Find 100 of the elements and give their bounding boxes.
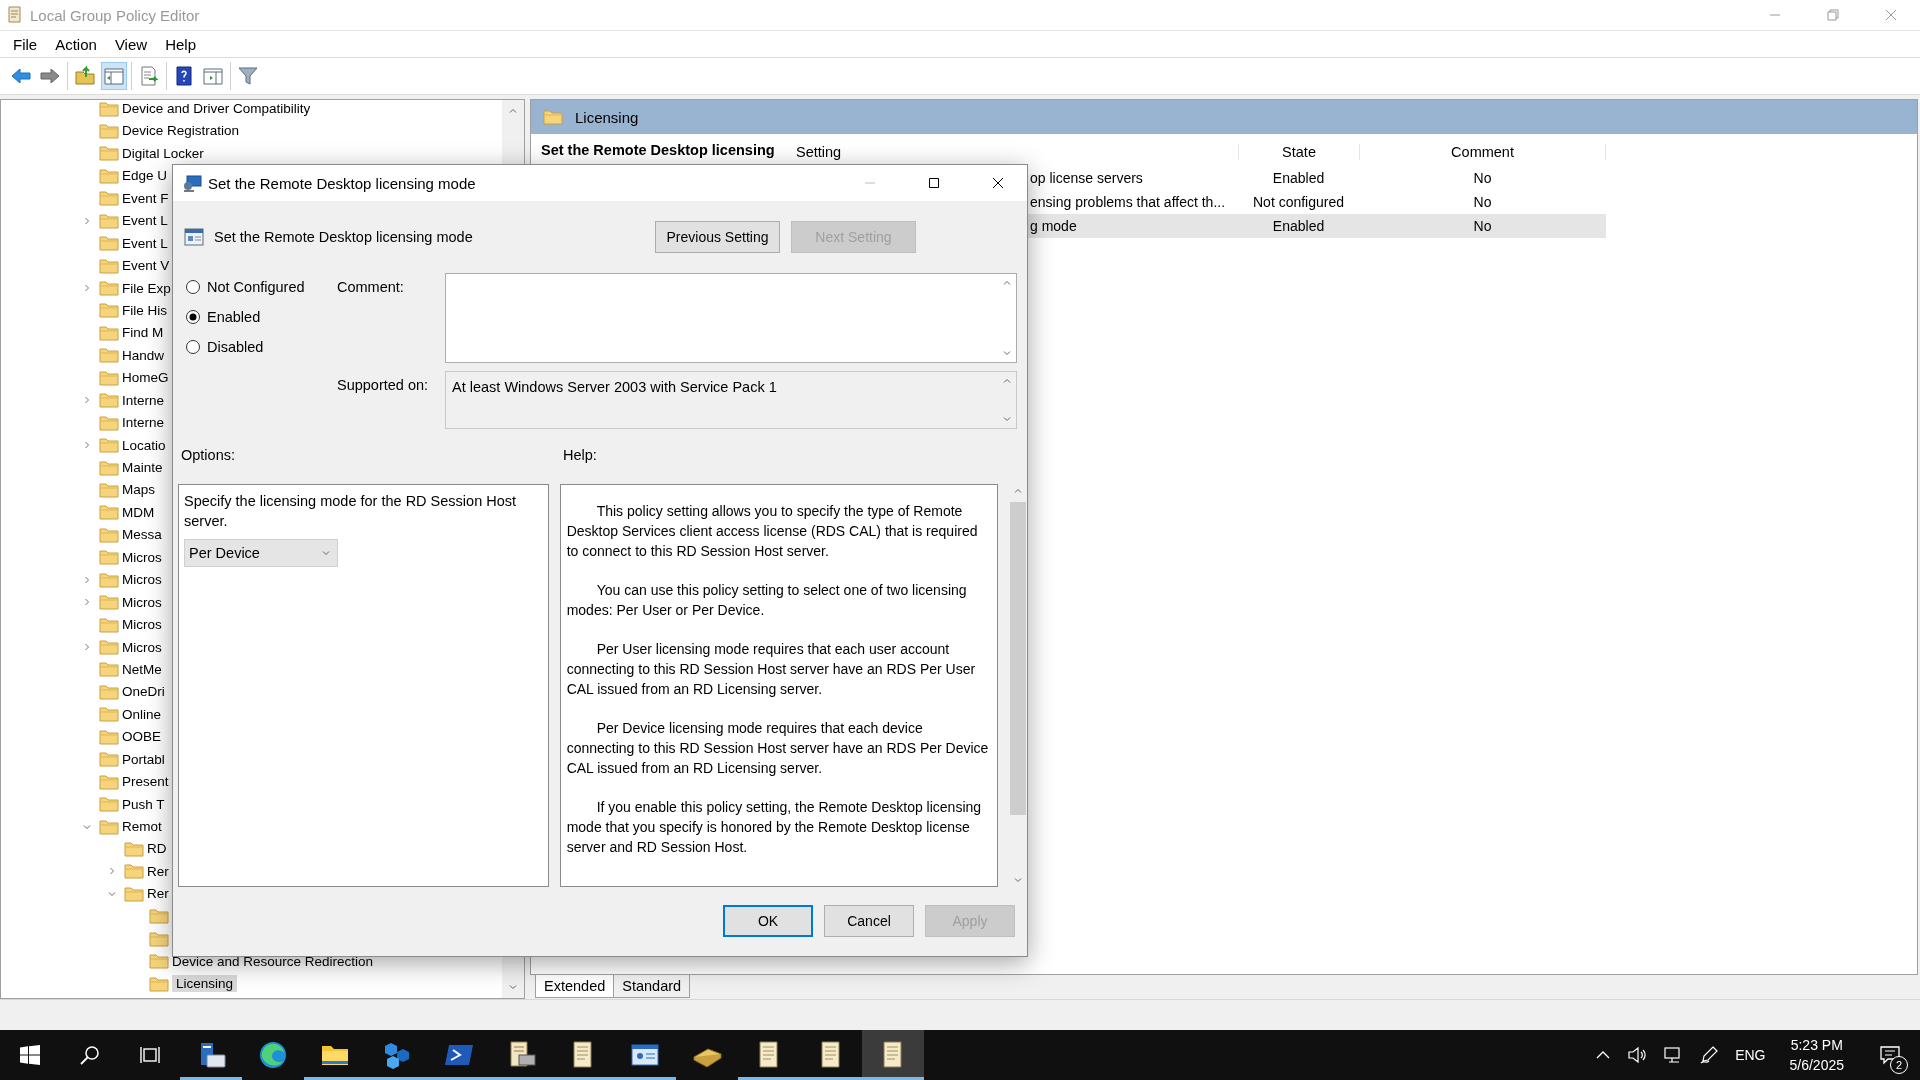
restore-icon[interactable] xyxy=(1827,9,1839,21)
tree-item[interactable]: Licensing xyxy=(172,975,238,993)
radio-button[interactable] xyxy=(185,279,201,295)
folder-icon xyxy=(99,100,119,117)
scroll-down-icon[interactable] xyxy=(508,982,518,992)
folder-icon xyxy=(99,481,119,498)
tree-item[interactable]: OneDri xyxy=(122,683,165,701)
tree-item[interactable]: NetMe xyxy=(122,660,162,678)
tree-item[interactable]: Online xyxy=(122,705,162,723)
pen-icon[interactable] xyxy=(1699,1045,1720,1065)
tree-item[interactable]: MDM xyxy=(122,503,155,521)
folder-icon xyxy=(99,324,119,341)
tree-item[interactable]: HomeG xyxy=(122,369,169,387)
tree-item[interactable]: Micros xyxy=(122,571,162,589)
scroll-down-icon[interactable] xyxy=(1002,348,1012,358)
tree-item[interactable]: Present xyxy=(122,773,169,791)
folder-icon xyxy=(99,235,119,252)
start-icon[interactable] xyxy=(20,1045,40,1065)
scroll-up-icon[interactable] xyxy=(508,106,518,116)
search-icon[interactable] xyxy=(80,1045,100,1065)
menu-item[interactable]: Action xyxy=(46,32,106,56)
column-header[interactable]: Comment xyxy=(1359,144,1606,160)
collapsed-chevron-icon[interactable] xyxy=(82,395,92,406)
scroll-up-icon[interactable] xyxy=(1013,486,1024,496)
scroll-up-icon[interactable] xyxy=(1002,278,1012,288)
radio-button[interactable] xyxy=(185,339,201,355)
menu-item[interactable]: Help xyxy=(156,32,205,56)
folder-icon xyxy=(99,459,119,476)
tree-item[interactable]: Rer xyxy=(147,885,169,903)
folder-icon xyxy=(99,212,119,229)
view-tab[interactable]: Standard xyxy=(613,975,691,998)
tree-item[interactable]: Device and Resource Redirection xyxy=(172,952,374,970)
tree-item[interactable]: Interne xyxy=(122,414,165,432)
tree-item[interactable]: Micros xyxy=(122,638,162,656)
collapsed-chevron-icon[interactable] xyxy=(82,642,92,652)
licensing-mode-dropdown[interactable]: Per Device xyxy=(184,539,338,567)
folder-icon xyxy=(99,145,119,162)
help-paragraph: You can use this policy setting to select one of two licensing modes: Per User or Per Device. xyxy=(566,581,968,620)
comment-label: Comment: xyxy=(337,278,405,297)
column-header[interactable]: Setting xyxy=(786,144,1238,160)
tree-item[interactable]: Edge U xyxy=(122,167,168,185)
folder-icon[interactable] xyxy=(149,930,169,947)
tree-item[interactable]: Event L xyxy=(122,212,168,230)
tree-item[interactable]: Mainte xyxy=(122,459,163,476)
tree-item[interactable]: Device Registration xyxy=(122,122,240,140)
scroll-up-icon[interactable] xyxy=(1002,376,1012,386)
folder-icon[interactable] xyxy=(149,908,169,925)
help-paragraph: If you enable this policy setting, the Remote Desktop licensing mode that you specify is honored by the Remote Desktop license server and RD Session Host. xyxy=(566,798,983,857)
tree-item[interactable]: Micros xyxy=(122,593,162,611)
tree-item[interactable]: Rer xyxy=(147,862,169,880)
menu-item[interactable]: File xyxy=(4,32,47,56)
radio-label[interactable]: Disabled xyxy=(207,339,264,355)
tree-item[interactable]: Interne xyxy=(122,391,165,409)
view-tab[interactable]: Extended xyxy=(535,975,615,998)
close-icon[interactable] xyxy=(992,177,1004,189)
collapsed-chevron-icon[interactable] xyxy=(82,574,92,585)
collapsed-chevron-icon[interactable] xyxy=(82,283,92,293)
collapsed-chevron-icon[interactable] xyxy=(82,215,92,226)
tree-item[interactable]: Event L xyxy=(122,234,168,252)
menu-item[interactable]: View xyxy=(105,32,157,56)
scroll-down-icon[interactable] xyxy=(1013,875,1024,885)
language-indicator[interactable]: ENG xyxy=(1735,1047,1766,1063)
scroll-down-icon[interactable] xyxy=(1002,414,1012,424)
previous-setting-button[interactable]: Previous Setting xyxy=(655,221,780,253)
collapsed-chevron-icon[interactable] xyxy=(82,597,92,608)
comment-field[interactable] xyxy=(445,273,1017,363)
tree-item[interactable]: Event V xyxy=(122,257,170,275)
maximize-icon[interactable] xyxy=(928,177,940,189)
radio-label[interactable]: Not Configured xyxy=(207,279,305,295)
column-header[interactable]: State xyxy=(1238,144,1360,160)
tree-item[interactable]: Maps xyxy=(122,481,155,499)
tree-item[interactable]: File His xyxy=(122,301,167,319)
clock[interactable]: 5:23 PM 5/6/2025 xyxy=(1781,1035,1852,1075)
tree-item[interactable]: Device and Driver Compatibility xyxy=(122,100,311,117)
collapsed-chevron-icon[interactable] xyxy=(82,440,92,451)
task-view-icon[interactable] xyxy=(139,1045,161,1065)
tree-item[interactable]: Remot xyxy=(122,818,162,835)
tree-item[interactable]: Digital Locker xyxy=(122,144,204,162)
speaker-icon[interactable] xyxy=(1627,1046,1648,1064)
tree-item[interactable]: Handw xyxy=(122,346,165,364)
tree-item[interactable]: Find M xyxy=(122,324,164,342)
tree-item[interactable]: Locatio xyxy=(122,436,166,454)
tree-item[interactable]: RD xyxy=(147,840,167,858)
cancel-button[interactable]: Cancel xyxy=(824,905,914,937)
tree-item[interactable]: Messa xyxy=(122,526,162,544)
radio-button[interactable] xyxy=(185,309,201,325)
table-cell: ensing problems that affect th... xyxy=(1030,194,1226,210)
tree-item[interactable]: Event F xyxy=(122,189,169,207)
tree-item[interactable]: File Exp xyxy=(122,279,171,297)
tree-item[interactable]: OOBE xyxy=(122,728,161,746)
tree-item[interactable]: Micros xyxy=(122,548,162,566)
tree-item[interactable]: Portabl xyxy=(122,750,165,768)
ok-button[interactable]: OK xyxy=(723,905,813,937)
folder-icon xyxy=(99,414,119,431)
tree-item[interactable]: Push T xyxy=(122,795,165,813)
collapsed-chevron-icon[interactable] xyxy=(107,866,117,877)
radio-label[interactable]: Enabled xyxy=(207,309,261,325)
taskbar-app-button[interactable] xyxy=(862,1030,924,1080)
tree-item[interactable]: Micros xyxy=(122,616,162,634)
scrollbar-thumb[interactable] xyxy=(1010,502,1027,815)
